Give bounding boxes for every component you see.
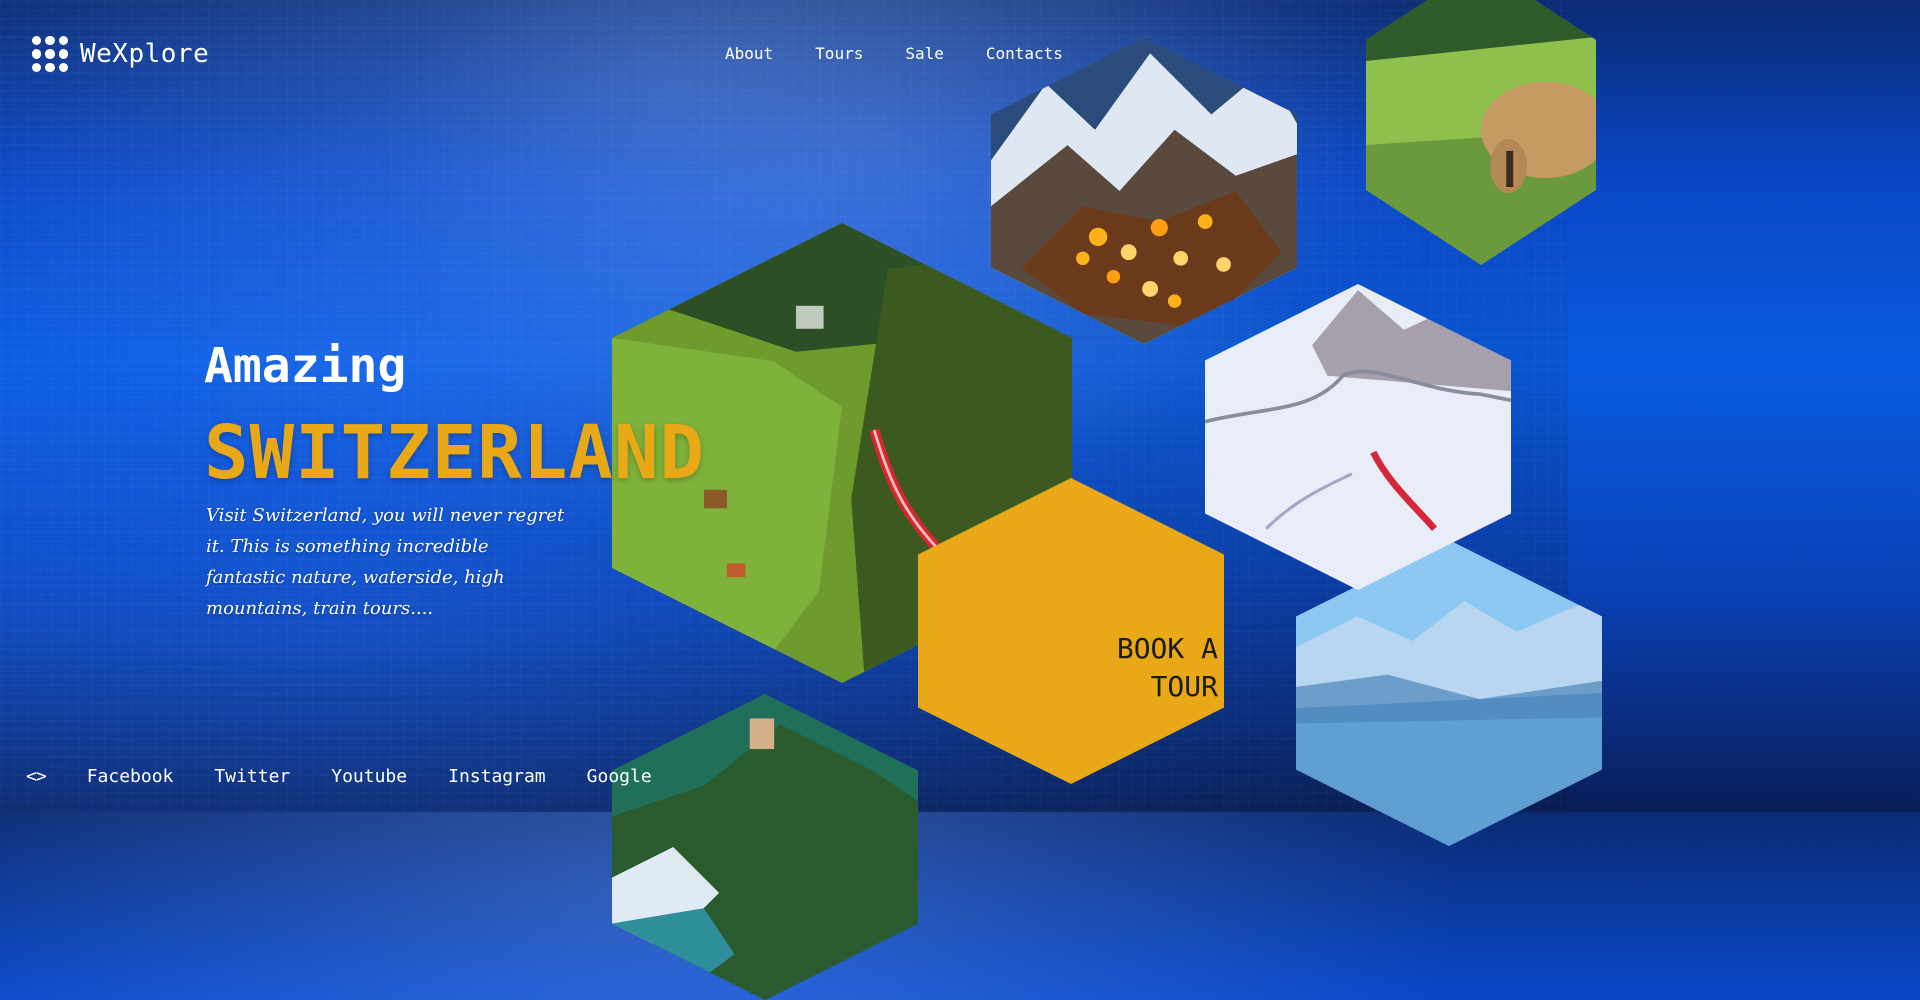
snowy-railway-image[interactable] bbox=[1205, 284, 1511, 590]
hero-title: SWITZERLAND bbox=[204, 410, 706, 496]
brand-name: WeXplore bbox=[80, 39, 210, 69]
nav-item-sale[interactable]: Sale bbox=[905, 44, 944, 63]
hero-description: Visit Switzerland, you will never regret… bbox=[206, 505, 565, 619]
grid-dots-icon bbox=[32, 36, 68, 72]
lake-mountains-image[interactable] bbox=[1296, 540, 1602, 846]
alpine-cow-image[interactable] bbox=[1366, 0, 1596, 265]
footer-link-twitter[interactable]: Twitter bbox=[214, 766, 290, 787]
footer-link-google[interactable]: Google bbox=[587, 766, 652, 787]
book-tour-label: BOOK A TOUR bbox=[1116, 632, 1218, 703]
nav-item-tours[interactable]: Tours bbox=[815, 44, 863, 63]
castle-cliff-image[interactable] bbox=[612, 694, 918, 1000]
hero-kicker: Amazing bbox=[204, 338, 407, 394]
footer-link-facebook[interactable]: Facebook bbox=[87, 766, 174, 787]
footer-link-youtube[interactable]: Youtube bbox=[331, 766, 407, 787]
nav-item-about[interactable]: About bbox=[725, 44, 773, 63]
main-nav: About Tours Sale Contacts bbox=[725, 44, 1063, 63]
code-icon[interactable]: <> bbox=[26, 766, 47, 787]
brand[interactable]: WeXplore bbox=[32, 36, 209, 72]
footer-link-instagram[interactable]: Instagram bbox=[448, 766, 546, 787]
village-night-image[interactable] bbox=[991, 38, 1297, 344]
nav-item-contacts[interactable]: Contacts bbox=[986, 44, 1063, 63]
social-footer: <> Facebook Twitter Youtube Instagram Go… bbox=[26, 766, 652, 787]
